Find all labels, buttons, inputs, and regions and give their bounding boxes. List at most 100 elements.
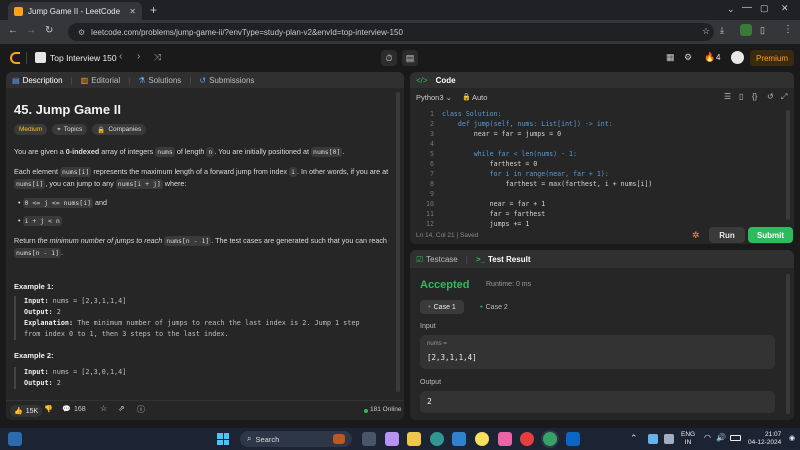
linkedin-icon[interactable] xyxy=(566,432,580,446)
language-indicator[interactable]: ENG IN xyxy=(681,431,695,447)
app-icon-yellow[interactable] xyxy=(475,432,489,446)
example-2-title: Example 2: xyxy=(14,351,54,360)
case-2-tab[interactable]: • Case 2 xyxy=(472,300,516,314)
prev-problem-icon[interactable]: ‹ xyxy=(119,51,122,62)
app-icon-pink[interactable] xyxy=(498,432,512,446)
volume-icon[interactable]: 🔊 xyxy=(716,433,726,442)
new-tab-icon[interactable]: + xyxy=(150,3,157,17)
bookmark-icon[interactable]: ▯ xyxy=(739,92,743,101)
tab-solutions[interactable]: ⚗ Solutions xyxy=(138,76,181,85)
side-panel-icon[interactable]: ▯ xyxy=(760,25,765,36)
widgets-icon[interactable] xyxy=(8,432,22,446)
timer-icon-button[interactable]: ⏱ xyxy=(381,50,397,66)
code-editor[interactable]: 1 class Solution: 2 def jump(self, nums: … xyxy=(410,110,794,228)
test-scrollbar[interactable] xyxy=(786,274,790,414)
battery-icon[interactable] xyxy=(730,435,741,441)
tab-editorial[interactable]: ▥ Editorial xyxy=(81,76,120,85)
edge-icon[interactable] xyxy=(430,432,444,446)
notes-icon-button[interactable]: ▤ xyxy=(402,50,418,66)
show-hidden-icons[interactable]: ⌃ xyxy=(630,433,638,444)
tab-test-result[interactable]: >_ Test Result xyxy=(476,255,531,264)
tag-icon: ⌖ xyxy=(57,125,61,133)
extension-icon[interactable] xyxy=(740,24,752,36)
menu-kebab-icon[interactable]: ⋮ xyxy=(783,24,793,35)
layout-icon[interactable]: ▦ xyxy=(666,52,675,63)
auto-label[interactable]: Auto xyxy=(472,93,487,102)
download-icon[interactable]: ⤓ xyxy=(720,25,724,36)
code-panel-header: </> Code xyxy=(410,72,794,88)
tray-app-icon[interactable] xyxy=(648,434,658,444)
submit-button[interactable]: Submit xyxy=(748,227,793,243)
auto-lock-icon: 🔒 xyxy=(462,94,471,101)
browser-tab[interactable]: Jump Game II - LeetCode ✕ xyxy=(8,2,142,20)
like-button[interactable]: 👍 15K xyxy=(10,405,43,417)
comment-icon[interactable]: 💬 xyxy=(62,405,71,413)
wifi-icon[interactable]: ◠ xyxy=(704,433,711,442)
windows-taskbar: ⌕ Search ⌃ ENG IN ◠ 🔊 21:07 04-12-2024 ◉ xyxy=(0,428,800,450)
site-info-icon[interactable]: ⚙ xyxy=(78,28,85,37)
url-field[interactable]: ⚙ leetcode.com/problems/jump-game-ii/?en… xyxy=(68,23,714,41)
tab-description[interactable]: ▤ Description xyxy=(12,76,63,85)
bullet-1: • 0 <= j <= nums[i] and xyxy=(18,198,108,208)
dislike-button[interactable]: 👎 xyxy=(44,405,53,413)
close-tab-icon[interactable]: ✕ xyxy=(129,7,136,16)
chrome-icon[interactable] xyxy=(543,432,557,446)
streak-fire-icon[interactable]: 🔥 xyxy=(704,52,715,63)
example-1-block: Input: nums = [2,3,1,1,4] Output: 2 Expl… xyxy=(14,296,396,340)
minimize-icon[interactable]: — xyxy=(742,2,752,13)
settings-gear-icon[interactable]: ⚙ xyxy=(684,52,692,63)
pass-dot-icon: • xyxy=(428,303,431,311)
file-explorer-icon[interactable] xyxy=(407,432,421,446)
taskbar-search[interactable]: ⌕ Search xyxy=(240,431,352,447)
fullscreen-icon[interactable]: ⤢ xyxy=(781,92,787,102)
online-dot-icon xyxy=(364,409,368,413)
leetcode-logo-icon[interactable] xyxy=(10,52,20,64)
editor-scrollbar[interactable] xyxy=(786,110,790,220)
study-plan-title[interactable]: Top Interview 150 xyxy=(50,53,117,63)
language-select[interactable]: Python3 ⌄ xyxy=(416,93,452,102)
tab-search-icon[interactable]: ⌄ xyxy=(727,4,735,15)
companies-button[interactable]: 🔒 Companies xyxy=(92,124,147,135)
comments-count[interactable]: 168 xyxy=(74,406,86,413)
debug-icon[interactable]: ✲ xyxy=(692,230,700,241)
browser-tab-bar: Jump Game II - LeetCode ✕ + ⌄ — ▢ ✕ xyxy=(0,0,800,20)
bookmark-star-icon[interactable]: ☆ xyxy=(702,26,710,37)
premium-button[interactable]: Premium xyxy=(750,50,794,66)
terminal-icon: >_ xyxy=(475,254,485,264)
case-1-tab[interactable]: • Case 1 xyxy=(420,300,464,314)
help-icon[interactable]: ⓘ xyxy=(137,404,145,415)
separator xyxy=(26,52,27,64)
task-view-icon[interactable] xyxy=(362,432,376,446)
app-icon-red[interactable] xyxy=(520,432,534,446)
clock[interactable]: 21:07 04-12-2024 xyxy=(748,431,781,447)
study-plan-icon[interactable] xyxy=(35,52,46,63)
braces-icon[interactable]: {} xyxy=(752,92,757,101)
tab-testcase[interactable]: ☑ Testcase xyxy=(416,255,458,264)
description-scrollbar[interactable] xyxy=(396,92,400,392)
back-icon[interactable]: ← xyxy=(8,25,18,36)
notification-bell-icon[interactable]: ◉ xyxy=(789,434,795,442)
run-button[interactable]: Run xyxy=(709,227,745,243)
format-icon[interactable]: ☰ xyxy=(724,92,731,101)
avatar[interactable] xyxy=(731,51,744,64)
online-count: 181 Online xyxy=(370,406,402,413)
copilot-icon[interactable] xyxy=(385,432,399,446)
shuffle-icon[interactable]: ⤨ xyxy=(154,52,161,63)
maximize-icon[interactable]: ▢ xyxy=(760,3,769,14)
share-icon[interactable]: ⇗ xyxy=(118,404,125,413)
example-2-block: Input: nums = [2,3,0,1,4] Output: 2 xyxy=(14,367,396,389)
tray-app-icon-2[interactable] xyxy=(664,434,674,444)
next-problem-icon[interactable]: › xyxy=(137,51,140,62)
accepted-status: Accepted xyxy=(420,279,470,291)
favorite-star-icon[interactable]: ☆ xyxy=(100,404,107,413)
start-windows-icon[interactable] xyxy=(217,433,229,445)
store-icon[interactable] xyxy=(452,432,466,446)
reload-icon[interactable]: ↻ xyxy=(45,25,53,36)
forward-icon[interactable]: → xyxy=(26,25,36,36)
thumbs-up-icon: 👍 xyxy=(14,408,23,415)
topics-button[interactable]: ⌖ Topics xyxy=(52,124,88,135)
search-icon: ⌕ xyxy=(247,434,252,443)
reset-icon[interactable]: ↺ xyxy=(767,92,774,101)
close-window-icon[interactable]: ✕ xyxy=(781,3,789,14)
tab-submissions[interactable]: ↺ Submissions xyxy=(199,76,254,85)
